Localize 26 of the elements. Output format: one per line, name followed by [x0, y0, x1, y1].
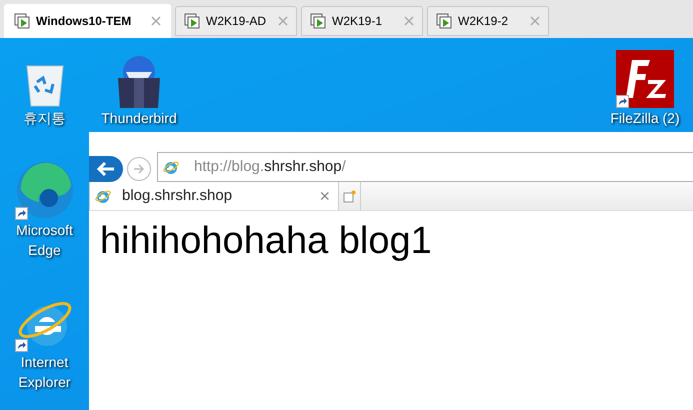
vm-icon [436, 13, 452, 29]
url-text: / [342, 156, 346, 177]
vm-tab[interactable]: Windows10-TEM [4, 4, 171, 38]
filezilla-logo-icon [616, 50, 674, 108]
vm-tab[interactable]: W2K19-AD [175, 6, 297, 36]
vm-tab[interactable]: W2K19-1 [301, 6, 423, 36]
forward-button[interactable] [127, 157, 151, 181]
vm-tab[interactable]: W2K19-2 [427, 6, 549, 36]
vm-icon [14, 13, 30, 29]
close-icon[interactable] [151, 16, 161, 26]
forward-arrow-icon [133, 164, 145, 174]
address-field[interactable]: http://blog.shrshr.shop/ [157, 152, 693, 182]
back-arrow-icon [97, 162, 115, 176]
browser-tab[interactable]: blog.shrshr.shop × [89, 182, 339, 210]
new-page-icon [343, 190, 356, 202]
vm-icon [310, 13, 326, 29]
page-heading: hihihohohaha blog1 [100, 219, 433, 263]
swirl-logo-icon [14, 160, 74, 220]
close-icon[interactable] [404, 16, 414, 26]
close-tab-button[interactable]: × [319, 182, 330, 210]
back-button[interactable] [89, 156, 123, 182]
vm-icon [184, 13, 200, 29]
close-icon[interactable] [278, 16, 288, 26]
url-text: http://blog. [194, 156, 264, 177]
close-icon[interactable] [530, 16, 540, 26]
url-domain-text: shrshr.shop [264, 156, 342, 177]
